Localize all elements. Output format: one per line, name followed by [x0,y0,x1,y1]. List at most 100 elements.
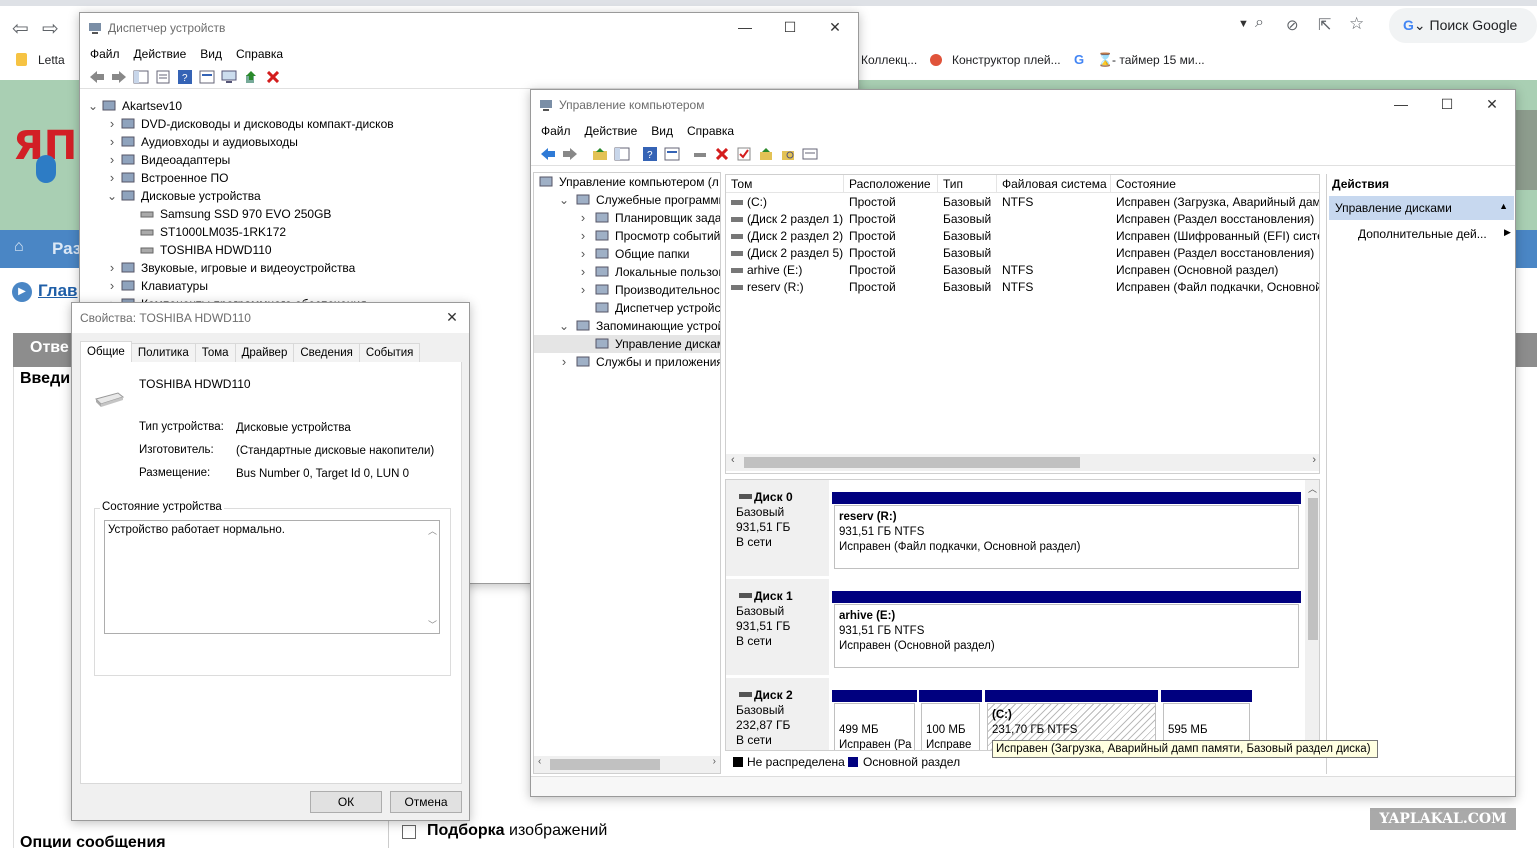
search-folder-icon[interactable] [779,145,797,163]
collapsed-chevron-icon[interactable]: › [578,227,588,245]
expanded-chevron-icon[interactable]: ⌄ [559,317,569,335]
dropdown-icon[interactable]: ▼ [1238,18,1249,30]
uninstall-icon[interactable] [264,68,282,86]
collapsed-chevron-icon[interactable]: › [578,209,588,227]
console-tree-item[interactable]: ⌄ Запоминающие устройст [534,317,720,335]
site-nav-item[interactable]: Раз [52,239,81,259]
bookmark-constructor[interactable]: Конструктор плей... [952,53,1061,67]
list-hscroll-thumb[interactable] [744,457,1080,468]
console-tree-item[interactable]: Управление компьютером (л [534,173,720,191]
tree-hscroll-thumb[interactable] [550,759,660,770]
eye-off-icon[interactable]: ⊘ [1286,16,1299,34]
back-icon[interactable] [88,68,106,86]
ok-button[interactable]: ОК [310,791,382,813]
help-icon[interactable]: ? [641,145,659,163]
col-status[interactable]: Состояние [1111,175,1319,193]
maximize-button[interactable]: ☐ [1424,90,1470,120]
menu-file[interactable]: Файл [541,124,571,138]
status-textbox[interactable]: Устройство работает нормально. ︿ ﹀ [104,520,440,634]
menu-action[interactable]: Действие [134,47,187,61]
home-icon[interactable]: ⌂ [14,238,24,256]
import-icon[interactable] [757,145,775,163]
view-icon[interactable] [198,68,216,86]
menu-file[interactable]: Файл [90,47,120,61]
tab-driver[interactable]: Драйвер [234,343,295,362]
disk-label-panel[interactable]: Диск 2 Базовый 232,87 ГБ В сети [726,678,829,750]
expanded-chevron-icon[interactable]: ⌄ [88,97,98,115]
maximize-button[interactable]: ☐ [767,13,813,43]
console-tree-icon[interactable] [132,68,150,86]
col-layout[interactable]: Расположение [844,175,938,193]
scroll-right-icon[interactable]: › [713,756,716,767]
disk-vscrollbar[interactable]: ︿ [1305,480,1319,750]
volume-row[interactable]: arhive (E:) Простой Базовый NTFS Исправен (О… [726,262,1319,279]
scroll-up-icon[interactable]: ︿ [428,524,437,537]
menu-help[interactable]: Справка [236,47,283,61]
collapsed-chevron-icon[interactable]: › [107,133,117,151]
check-icon[interactable] [735,145,753,163]
volume-row[interactable]: (Диск 2 раздел 1) Простой Базовый Исправен … [726,211,1319,228]
forward-icon[interactable] [110,68,128,86]
console-tree-item[interactable]: › Локальные пользовате [534,263,720,281]
bookmark-collection[interactable]: Коллекц... [861,53,917,67]
volume-row[interactable]: (Диск 2 раздел 5) Простой Базовый Исправен … [726,245,1319,262]
actions-section[interactable]: Управление дисками ▲ [1329,196,1514,220]
minimize-button[interactable]: — [1378,90,1424,120]
col-volume[interactable]: Том [726,175,844,193]
console-tree-item[interactable]: › Производительность [534,281,720,299]
menu-action[interactable]: Действие [585,124,638,138]
console-tree-item[interactable]: › Службы и приложения [534,353,720,371]
compmgmt-titlebar[interactable]: Управление компьютером — ☐ ✕ [531,90,1515,120]
collapsed-chevron-icon[interactable]: › [107,277,117,295]
update-driver-icon[interactable] [242,68,260,86]
partition-box[interactable]: 100 МБ Исправе [921,703,980,750]
expanded-chevron-icon[interactable]: ⌄ [559,191,569,209]
collapsed-chevron-icon[interactable]: › [559,353,569,371]
expanded-chevron-icon[interactable]: ⌄ [107,187,117,205]
google-search-box[interactable]: G⌄ Поиск Google [1389,8,1537,43]
forward-icon[interactable] [561,145,579,163]
properties-icon[interactable] [154,68,172,86]
scroll-left-icon[interactable]: ‹ [731,454,735,466]
tab-general[interactable]: Общие [80,341,132,362]
collapsed-chevron-icon[interactable]: › [107,259,117,277]
console-tree-item[interactable]: Диспетчер устройств [534,299,720,317]
star-icon[interactable]: ☆ [1349,14,1364,34]
images-checkbox[interactable] [402,825,416,839]
folder-up-icon[interactable] [591,145,609,163]
actions-more[interactable]: Дополнительные дей... [1358,227,1487,241]
console-tree-item[interactable]: › Планировщик заданий [534,209,720,227]
device-manager-titlebar[interactable]: Диспетчер устройств — ☐ ✕ [80,13,858,43]
console-tree-item[interactable]: › Просмотр событий [534,227,720,245]
site-main-link[interactable]: Глав [38,281,78,301]
collapse-icon[interactable]: ▲ [1499,201,1508,211]
disk-label-panel[interactable]: Диск 1 Базовый 931,51 ГБ В сети [726,579,829,675]
close-button[interactable]: ✕ [1469,90,1515,120]
back-icon[interactable] [539,145,557,163]
collapsed-chevron-icon[interactable]: › [578,263,588,281]
connect-icon[interactable] [691,145,709,163]
scroll-up-icon[interactable]: ︿ [1308,482,1317,495]
console-tree-icon[interactable] [613,145,631,163]
scroll-down-icon[interactable]: ﹀ [428,618,437,631]
view-icon[interactable] [663,145,681,163]
collapsed-chevron-icon[interactable]: › [578,281,588,299]
close-button[interactable]: ✕ [434,303,470,333]
console-tree-item[interactable]: ⌄ Служебные программы [534,191,720,209]
disk-label-panel[interactable]: Диск 0 Базовый 931,51 ГБ В сети [726,480,829,576]
zoom-icon[interactable]: ⌕ [1255,14,1264,32]
partition-box[interactable]: 499 МБ Исправен (Ра [834,703,915,750]
close-button[interactable]: ✕ [812,13,858,43]
help-icon[interactable]: ? [176,68,194,86]
bookmark-letta[interactable]: Letta [38,53,65,67]
share-icon[interactable]: ⇱ [1318,15,1331,35]
volume-row[interactable]: (Диск 2 раздел 2) Простой Базовый Исправен … [726,228,1319,245]
col-type[interactable]: Тип [938,175,997,193]
cancel-button[interactable]: Отмена [390,791,462,813]
partition-box[interactable]: arhive (E:) 931,51 ГБ NTFS Исправен (Основ… [834,604,1299,668]
delete-icon[interactable] [713,145,731,163]
volume-row[interactable]: reserv (R:) Простой Базовый NTFS Исправен (Ф… [726,279,1319,296]
col-filesystem[interactable]: Файловая система [997,175,1111,193]
collapsed-chevron-icon[interactable]: › [107,169,117,187]
console-tree-item[interactable]: Управление дисками [534,335,720,353]
